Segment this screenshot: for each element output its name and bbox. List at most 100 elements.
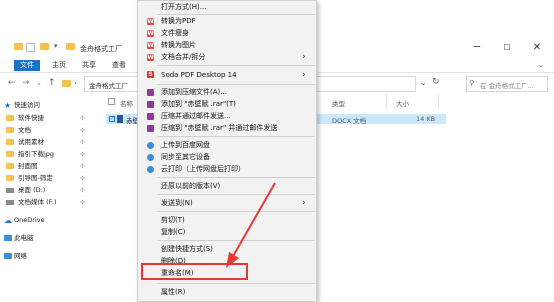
baidu-cloud-icon	[147, 142, 154, 149]
nav-item-label: 文档媒体 (F:)	[18, 198, 57, 206]
w-icon: W	[147, 30, 154, 37]
menu-item-label: Soda PDF Desktop 14	[161, 71, 237, 79]
nav-item-documents[interactable]: 文档 ✢	[6, 125, 85, 136]
context-menu: 打开方式(H)... W 转换为PDF W 文件瘦身 W 转换为图片 W 文档合…	[137, 0, 317, 302]
tab-home[interactable]: 主页	[46, 60, 72, 71]
nav-item-network[interactable]: 网络	[4, 251, 27, 262]
column-header-type[interactable]: 类型	[332, 98, 345, 108]
menu-item-copy[interactable]: 复制(C)	[138, 226, 316, 238]
w-icon: W	[147, 18, 154, 25]
drive-icon	[6, 188, 14, 193]
soda-icon: S	[147, 71, 154, 78]
menu-item-convert-pdf[interactable]: W 转换为PDF	[138, 15, 316, 27]
menu-item-send-to[interactable]: 发送到(N) ›	[138, 197, 316, 209]
column-header-size[interactable]: 大小	[396, 98, 409, 108]
menu-item-add-archive[interactable]: 添加到压缩文件(A)...	[138, 86, 316, 98]
row-checkbox[interactable]: ✓	[109, 116, 115, 122]
menu-item-soda-pdf[interactable]: S Soda PDF Desktop 14 ›	[138, 68, 316, 82]
rar-icon	[147, 101, 154, 108]
menu-item-create-shortcut[interactable]: 创建快捷方式(S)	[138, 243, 316, 255]
menu-item-file-slim[interactable]: W 文件瘦身	[138, 27, 316, 39]
nav-item-label: 桌面 (D:)	[18, 186, 46, 194]
nav-item-drive-f[interactable]: 文档媒体 (F:) ✢	[6, 197, 85, 208]
folder-icon	[6, 151, 14, 157]
nav-item-trial-material[interactable]: 试用素材 ✢	[6, 137, 85, 148]
pin-icon: ✢	[80, 139, 86, 146]
nav-item-onedrive[interactable]: ☁ OneDrive	[4, 215, 45, 226]
menu-item-open-with[interactable]: 打开方式(H)...	[138, 1, 316, 13]
minimize-button[interactable]: ─	[462, 40, 492, 56]
menu-item-compress-rar-email[interactable]: 压缩到 "赤壁赋 .rar" 并通过邮件发送	[138, 122, 316, 134]
window-folder-icon	[66, 43, 75, 50]
menu-item-label: 打开方式(H)...	[161, 3, 207, 11]
menu-item-convert-image[interactable]: W 转换为图片	[138, 39, 316, 51]
menu-item-properties[interactable]: 属性(R)	[138, 286, 316, 298]
nav-item-software[interactable]: 软件快捷 ✢	[6, 113, 85, 124]
tab-share[interactable]: 共享	[76, 60, 102, 71]
rename-highlight-box	[141, 263, 248, 280]
new-folder-icon[interactable]	[40, 43, 49, 50]
file-size: 14 KB	[416, 115, 436, 123]
maximize-button[interactable]: ☐	[492, 40, 522, 56]
select-all-checkbox[interactable]	[108, 98, 115, 105]
submenu-arrow-icon: ›	[302, 198, 306, 208]
menu-item-label: 文档合并/拆分	[161, 53, 206, 61]
refresh-icon[interactable]: ↻	[432, 77, 440, 87]
network-icon	[4, 253, 12, 259]
nav-item-quick-access[interactable]: ★ 快速访问	[4, 100, 40, 111]
menu-item-sync-devices[interactable]: 同步至其它设备	[138, 151, 316, 163]
menu-item-cut[interactable]: 剪切(T)	[138, 214, 316, 226]
nav-item-guide-images[interactable]: 引导图-筛定 ✢	[6, 173, 85, 184]
up-arrow-icon[interactable]: ↑	[48, 78, 56, 88]
nav-item-label: 指引下载jpg	[18, 150, 55, 158]
column-divider[interactable]	[438, 94, 439, 108]
menu-item-label: 还原以前的版本(V)	[161, 182, 221, 190]
menu-item-label: 转换为PDF	[161, 17, 196, 25]
nav-item-cover[interactable]: 封面图 ✢	[6, 161, 85, 172]
folder-icon	[6, 139, 14, 145]
menu-item-merge-split[interactable]: W 文档合并/拆分 ›	[138, 51, 316, 63]
menu-separator	[157, 84, 315, 85]
w-icon: W	[147, 42, 154, 49]
address-dropdown-icon[interactable]: ⌄	[420, 78, 427, 87]
menu-item-label: 发送到(N)	[161, 199, 193, 207]
nav-item-this-pc[interactable]: 此电脑	[4, 233, 34, 244]
back-arrow-icon[interactable]: ←	[8, 78, 16, 88]
menu-item-label: 压缩到 "赤壁赋 .rar" 并通过邮件发送	[161, 124, 278, 132]
nav-item-guide-download[interactable]: 指引下载jpg ✢	[6, 149, 85, 160]
column-divider[interactable]	[386, 94, 387, 108]
column-header-name[interactable]: 名称	[120, 98, 133, 108]
menu-item-upload-baidu[interactable]: 上传到百度网盘	[138, 139, 316, 151]
menu-item-compress-email[interactable]: 压缩并通过邮件发送...	[138, 110, 316, 122]
customize-toolbar-icon[interactable]: ▾	[54, 42, 63, 51]
nav-item-drive-d[interactable]: 桌面 (D:) ✢	[6, 185, 85, 196]
rar-icon	[147, 89, 154, 96]
menu-separator	[157, 136, 315, 137]
menu-separator	[157, 65, 315, 66]
menu-item-label: 复制(C)	[161, 228, 186, 236]
tab-file[interactable]: 文件	[14, 60, 40, 71]
expand-ribbon-icon[interactable]: ⌄	[538, 61, 544, 69]
folder-icon	[6, 163, 14, 169]
breadcrumb-separator-icon: ›	[74, 79, 77, 87]
pin-icon: ✢	[80, 187, 86, 194]
cloud-icon: ☁	[4, 216, 12, 225]
menu-separator	[157, 211, 315, 212]
forward-arrow-icon[interactable]: →	[22, 78, 30, 88]
close-button[interactable]: ✕	[522, 40, 552, 56]
properties-icon[interactable]	[26, 43, 35, 52]
tab-view[interactable]: 查看	[106, 60, 132, 71]
submenu-arrow-icon: ›	[302, 52, 306, 62]
menu-item-cloud-print[interactable]: 云打印（上传网盘后打印）	[138, 163, 316, 175]
rar-icon	[147, 125, 154, 132]
computer-icon	[4, 235, 12, 241]
pin-icon: ✢	[80, 199, 86, 206]
star-icon: ★	[4, 101, 12, 110]
nav-item-label: 网络	[14, 252, 27, 260]
menu-item-add-to-rar[interactable]: 添加到 "赤壁赋 .rar"(T)	[138, 98, 316, 110]
recent-chevron-icon[interactable]: ⌄	[36, 79, 42, 87]
menu-item-label: 同步至其它设备	[161, 153, 210, 161]
menu-item-label: 创建快捷方式(S)	[161, 245, 213, 253]
menu-item-restore-version[interactable]: 还原以前的版本(V)	[138, 180, 316, 192]
folder-icon	[14, 43, 23, 50]
